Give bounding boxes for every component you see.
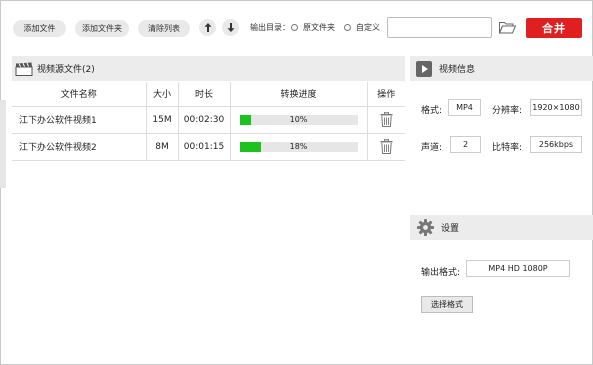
radio-custom[interactable] bbox=[344, 24, 351, 31]
table-row[interactable]: 江下办公软件视频2 8M 00:01:15 18% bbox=[12, 133, 405, 161]
progress-bar: 10% bbox=[239, 114, 358, 125]
settings-title: 设置 bbox=[441, 224, 460, 234]
column-header-duration: 时长 bbox=[178, 82, 231, 107]
add-folder-button[interactable]: 添加文件夹 bbox=[75, 20, 129, 37]
file-duration: 00:01:15 bbox=[178, 133, 231, 161]
move-up-button[interactable] bbox=[199, 19, 216, 36]
arrow-down-icon bbox=[227, 23, 234, 32]
progress-cell: 18% bbox=[230, 133, 368, 161]
video-info-header: 视频信息 bbox=[410, 56, 593, 81]
channels-label: 声道: bbox=[421, 143, 443, 153]
app-window bbox=[0, 0, 593, 365]
trash-icon[interactable] bbox=[380, 139, 393, 154]
progress-bar: 18% bbox=[239, 141, 358, 152]
table-row[interactable]: 江下办公软件视频1 15M 00:02:30 10% bbox=[12, 106, 405, 134]
output-dir-label: 输出目录： bbox=[250, 23, 290, 32]
column-header-name: 文件名称 bbox=[12, 82, 147, 107]
table-header-row: 文件名称 大小 时长 转换进度 操作 bbox=[12, 82, 405, 107]
radio-original-folder-label: 原文件夹 bbox=[303, 23, 335, 32]
gear-icon bbox=[417, 219, 434, 236]
output-format-label: 输出格式: bbox=[421, 268, 461, 278]
radio-original-folder[interactable] bbox=[291, 24, 298, 31]
action-cell bbox=[367, 133, 405, 161]
add-file-button[interactable]: 添加文件 bbox=[13, 20, 66, 37]
toolbar: 添加文件 添加文件夹 清除列表 输出目录： 原文件夹 自定义 合并 bbox=[0, 0, 593, 50]
folder-icon[interactable] bbox=[499, 21, 516, 34]
output-path-input[interactable] bbox=[387, 17, 492, 38]
bitrate-label: 比特率: bbox=[492, 143, 523, 153]
file-size: 15M bbox=[146, 106, 179, 134]
file-name: 江下办公软件视频2 bbox=[12, 133, 147, 161]
output-format-value: MP4 HD 1080P bbox=[466, 260, 570, 277]
move-down-button[interactable] bbox=[222, 19, 239, 36]
action-cell bbox=[367, 106, 405, 134]
radio-custom-label: 自定义 bbox=[356, 23, 380, 32]
file-size: 8M bbox=[146, 133, 179, 161]
merge-button[interactable]: 合并 bbox=[526, 18, 582, 38]
format-value: MP4 bbox=[448, 99, 481, 116]
file-duration: 00:02:30 bbox=[178, 106, 231, 134]
bitrate-value: 256kbps bbox=[530, 136, 582, 153]
source-files-header: 视频源文件(2) bbox=[12, 56, 405, 81]
channels-value: 2 bbox=[450, 136, 481, 153]
file-name: 江下办公软件视频1 bbox=[12, 106, 147, 134]
clear-list-button[interactable]: 清除列表 bbox=[138, 20, 190, 37]
column-header-size: 大小 bbox=[146, 82, 179, 107]
column-header-progress: 转换进度 bbox=[230, 82, 368, 107]
column-header-action: 操作 bbox=[367, 82, 405, 107]
progress-text: 10% bbox=[289, 114, 308, 124]
progress-cell: 10% bbox=[230, 106, 368, 134]
choose-format-button[interactable]: 选择格式 bbox=[421, 296, 473, 313]
resolution-value: 1920×1080 bbox=[530, 99, 582, 116]
clapperboard-icon bbox=[15, 62, 33, 76]
source-files-title: 视频源文件(2) bbox=[37, 65, 95, 75]
file-table: 文件名称 大小 时长 转换进度 操作 江下办公软件视频1 15M 00:02:3… bbox=[12, 82, 405, 161]
trash-icon[interactable] bbox=[380, 112, 393, 127]
arrow-up-icon bbox=[204, 23, 211, 32]
play-icon bbox=[416, 60, 432, 77]
resolution-label: 分辨率: bbox=[492, 106, 523, 116]
format-label: 格式: bbox=[421, 106, 443, 116]
progress-text: 18% bbox=[289, 141, 308, 151]
side-edge bbox=[0, 100, 6, 188]
settings-header: 设置 bbox=[410, 215, 593, 240]
video-info-title: 视频信息 bbox=[439, 65, 476, 75]
